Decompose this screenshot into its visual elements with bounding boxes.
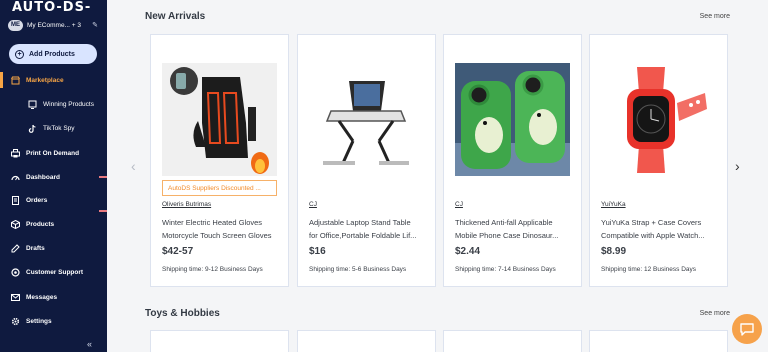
product-title: Winter Electric Heated Gloves Motorcycle… <box>162 216 282 242</box>
sidebar-item-label: Customer Support <box>26 268 84 276</box>
store-icon <box>11 76 20 85</box>
section-title: New Arrivals <box>145 11 206 22</box>
product-title-line: Motorcycle Touch Screen Gloves <box>162 231 272 240</box>
sidebar-item-orders[interactable]: Orders <box>0 192 107 208</box>
pencil-icon[interactable]: ✎ <box>92 21 98 29</box>
sidebar-item-label: Marketplace <box>26 76 64 84</box>
product-price: $8.99 <box>601 246 627 257</box>
product-title-line: YuiYuKa Strap + Case Covers <box>601 218 702 227</box>
print-icon <box>11 148 20 158</box>
sidebar-item-label: Winning Products <box>43 100 94 108</box>
shipping-time: Shipping time: 12 Business Days <box>601 266 697 273</box>
sidebar-item-tiktok-spy[interactable]: TikTok Spy <box>0 120 107 136</box>
box-icon <box>11 219 20 229</box>
supplier-link[interactable]: Oliveris Butrimas <box>162 201 211 208</box>
support-icon <box>11 267 20 277</box>
product-card[interactable] <box>589 330 728 352</box>
shipping-time: Shipping time: 9-12 Business Days <box>162 266 263 273</box>
supplier-link[interactable]: CJ <box>455 201 463 208</box>
chat-icon <box>740 322 754 336</box>
shipping-time: Shipping time: 7-14 Business Days <box>455 266 556 273</box>
product-card[interactable]: CJ Thickened Anti-fall Applicable Mobile… <box>443 34 582 287</box>
sidebar-item-winning-products[interactable]: Winning Products <box>0 96 107 112</box>
chevron-right-icon[interactable]: › <box>735 158 740 174</box>
shipping-time: Shipping time: 5-6 Business Days <box>309 266 407 273</box>
product-card[interactable]: YuiYuKa YuiYuKa Strap + Case Covers Comp… <box>589 34 728 287</box>
store-name: My EComme... + 3 <box>27 21 81 29</box>
main-content: New Arrivals See more ‹ AutoDS Suppliers… <box>107 0 768 352</box>
supplier-link[interactable]: CJ <box>309 201 317 208</box>
trophy-icon <box>28 100 37 109</box>
sidebar-item-customer-support[interactable]: Customer Support <box>0 264 107 280</box>
add-products-label: Add Products <box>29 50 75 58</box>
sidebar-item-settings[interactable]: Settings <box>0 313 107 329</box>
see-more-link[interactable]: See more <box>700 13 730 20</box>
sidebar-item-products[interactable]: Products <box>0 216 107 232</box>
product-title-line: Winter Electric Heated Gloves <box>162 218 263 227</box>
heated-gloves-image[interactable] <box>162 63 277 176</box>
sidebar-item-label: Products <box>26 220 55 228</box>
product-card[interactable] <box>443 330 582 352</box>
sidebar-item-marketplace[interactable]: Marketplace <box>0 72 107 88</box>
sidebar-item-print-on-demand[interactable]: Print On Demand <box>0 145 107 161</box>
sidebar-item-label: Orders <box>26 196 48 204</box>
product-title-line: Mobile Phone Case Dinosaur... <box>455 231 559 240</box>
product-title-line: Adjustable Laptop Stand Table <box>309 218 411 227</box>
sidebar-item-messages[interactable]: Messages <box>0 289 107 305</box>
product-price: $16 <box>309 246 326 257</box>
autods-logo[interactable]: AUTO-DS- <box>12 0 91 15</box>
sidebar-item-dashboard[interactable]: Dashboard <box>0 169 107 185</box>
sidebar-divider <box>99 210 107 212</box>
product-title-line: for Office,Portable Foldable Lif... <box>309 231 417 240</box>
collapse-sidebar-icon[interactable]: « <box>87 339 92 349</box>
product-price: $2.44 <box>455 246 481 257</box>
gear-icon <box>11 317 20 326</box>
product-title: Thickened Anti-fall Applicable Mobile Ph… <box>455 216 575 242</box>
see-more-link[interactable]: See more <box>700 310 730 317</box>
watch-strap-image[interactable] <box>601 63 716 176</box>
laptop-stand-image[interactable] <box>309 63 424 176</box>
sidebar-item-label: TikTok Spy <box>43 124 75 132</box>
chevron-left-icon[interactable]: ‹ <box>131 158 136 174</box>
section-title: Toys & Hobbies <box>145 308 220 319</box>
sidebar: AUTO-DS- ME My EComme... + 3 ✎ + Add Pro… <box>0 0 107 352</box>
sidebar-divider <box>99 176 107 178</box>
promo-badge: AutoDS Suppliers Discounted ... <box>162 180 277 196</box>
add-products-button[interactable]: + Add Products <box>9 44 97 64</box>
sidebar-item-label: Print On Demand <box>26 149 80 157</box>
sidebar-item-label: Messages <box>26 293 58 301</box>
store-badge: ME <box>8 19 23 31</box>
product-title-line: Compatible with Apple Watch... <box>601 231 705 240</box>
product-card[interactable]: CJ Adjustable Laptop Stand Table for Off… <box>297 34 436 287</box>
product-card[interactable]: AutoDS Suppliers Discounted ... Oliveris… <box>150 34 289 287</box>
product-card[interactable] <box>297 330 436 352</box>
product-price: $42-57 <box>162 246 194 257</box>
sidebar-item-drafts[interactable]: Drafts <box>0 240 107 256</box>
tiktok-icon <box>28 124 37 133</box>
orders-icon <box>11 195 20 205</box>
sidebar-item-label: Dashboard <box>26 173 60 181</box>
sidebar-item-label: Settings <box>26 317 52 325</box>
supplier-link[interactable]: YuiYuKa <box>601 201 626 208</box>
sidebar-item-label: Drafts <box>26 244 45 252</box>
product-title-line: Thickened Anti-fall Applicable <box>455 218 553 227</box>
dinosaur-phone-case-image[interactable] <box>455 63 570 176</box>
store-selector[interactable]: ME My EComme... + 3 ✎ <box>8 18 104 32</box>
product-title: Adjustable Laptop Stand Table for Office… <box>309 216 429 242</box>
mail-icon <box>11 293 20 302</box>
product-card[interactable] <box>150 330 289 352</box>
drafts-icon <box>11 243 20 253</box>
product-title: YuiYuKa Strap + Case Covers Compatible w… <box>601 216 721 242</box>
chat-button[interactable] <box>732 314 762 344</box>
gauge-icon <box>11 173 20 182</box>
plus-icon: + <box>15 49 24 59</box>
